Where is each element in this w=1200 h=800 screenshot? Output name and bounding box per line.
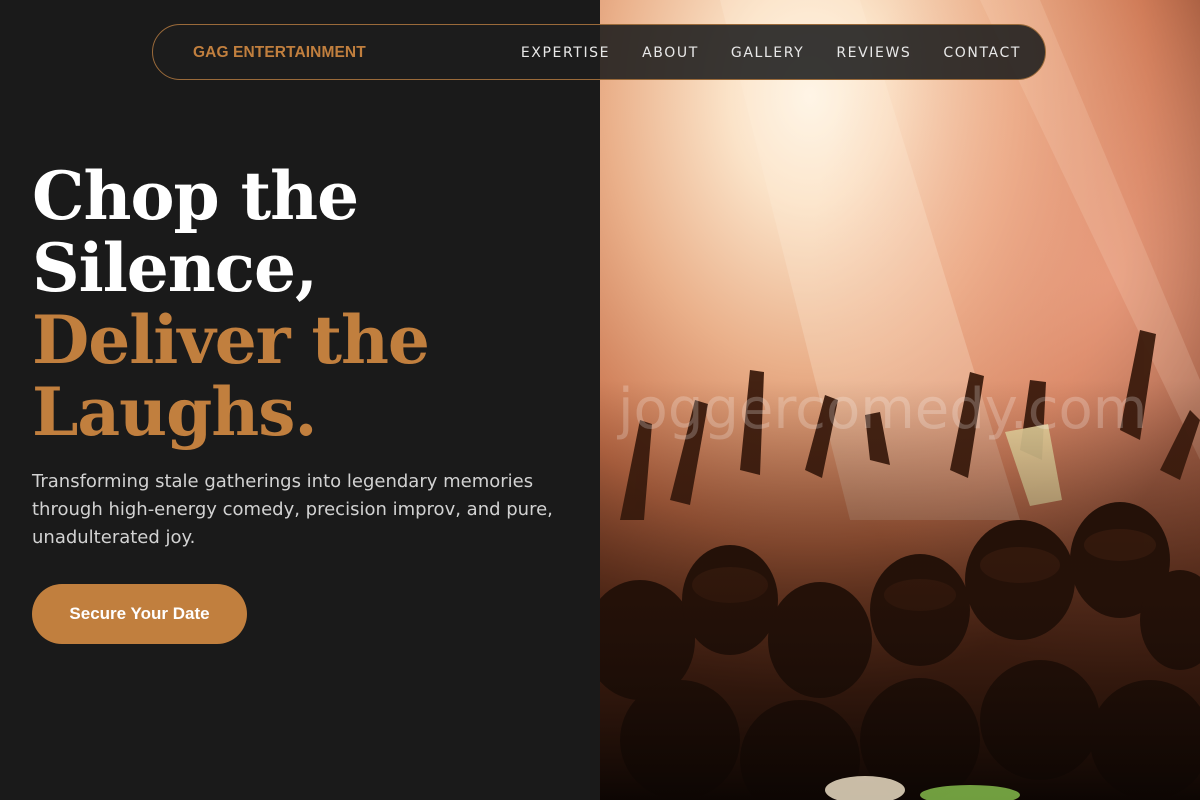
hero-subtext: Transforming stale gatherings into legen… (32, 471, 553, 548)
nav-item-gallery[interactable]: GALLERY (731, 45, 804, 61)
nav-item-about[interactable]: ABOUT (642, 45, 699, 61)
nav-item-reviews[interactable]: REVIEWS (836, 45, 911, 61)
hero-headline: Chop the Silence, Deliver the Laughs. (32, 157, 430, 451)
secure-date-button[interactable]: Secure Your Date (32, 584, 247, 644)
concert-crowd-image: joggercomedy.com (600, 0, 1200, 800)
nav-links: EXPERTISE ABOUT GALLERY REVIEWS CONTACT (521, 25, 1021, 81)
image-watermark: joggercomedy.com (616, 377, 1147, 442)
top-navbar: GAG ENTERTAINMENT EXPERTISE ABOUT GALLER… (152, 24, 1046, 80)
headline-line-3: Deliver the (32, 301, 430, 379)
nav-item-contact[interactable]: CONTACT (943, 45, 1021, 61)
headline-line-4: Laughs. (32, 373, 317, 451)
hero-image: joggercomedy.com (600, 0, 1200, 800)
headline-line-2: Silence, (32, 229, 318, 307)
landing-page: Chop the Silence, Deliver the Laughs. Tr… (0, 0, 1200, 800)
brand-logo-text[interactable]: GAG ENTERTAINMENT (193, 25, 366, 81)
nav-item-expertise[interactable]: EXPERTISE (521, 45, 610, 61)
headline-line-1: Chop the (32, 157, 359, 235)
hero-text-panel: Chop the Silence, Deliver the Laughs. Tr… (0, 0, 600, 800)
